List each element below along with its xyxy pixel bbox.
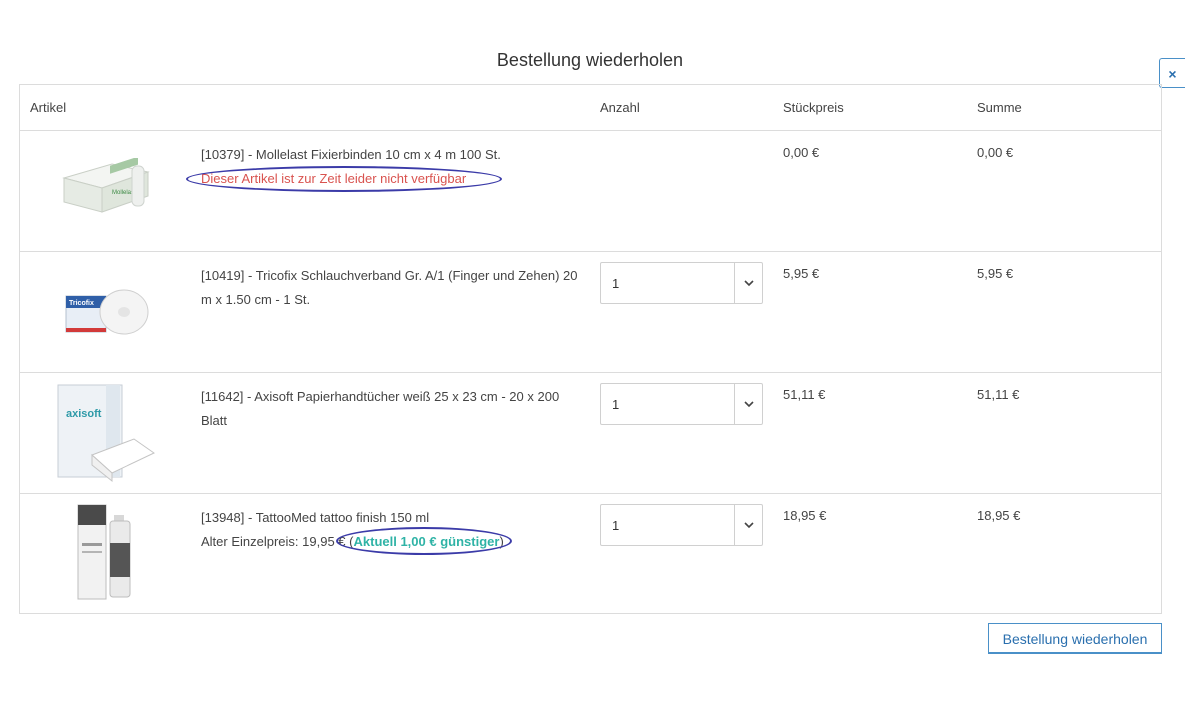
quantity-select[interactable]: 1 <box>600 383 763 425</box>
product-name: [10419] - Tricofix Schlauchverband Gr. A… <box>201 268 578 307</box>
axisoft-logo-text: axisoft <box>66 408 102 420</box>
quantity-value: 1 <box>612 397 620 412</box>
table-row: Mollelast [10379] - Mollelast Fixierbind… <box>20 130 1161 252</box>
chevron-down-icon <box>744 522 754 529</box>
chevron-down-icon <box>744 280 754 287</box>
quantity-value: 1 <box>612 518 620 533</box>
close-button[interactable]: × <box>1159 58 1185 88</box>
savings-text: Aktuell 1,00 € günstiger <box>353 534 500 549</box>
old-price-label: Alter Einzelpreis: 19,95 € <box>201 534 346 549</box>
column-header-total: Summe <box>977 100 1022 115</box>
quantity-select[interactable]: 1 <box>600 504 763 546</box>
quantity-select[interactable]: 1 <box>600 262 763 304</box>
row-total: 18,95 € <box>977 508 1021 523</box>
table-row: [13948] - TattooMed tattoo finish 150 ml… <box>20 493 1161 614</box>
table-row: Tricofix [10419] - Tricofix Schlauchverb… <box>20 251 1161 373</box>
column-header-article: Artikel <box>30 100 67 115</box>
product-image-mollelast: Mollelast <box>62 158 150 213</box>
chevron-down-icon <box>744 401 754 408</box>
repeat-order-button[interactable]: Bestellung wiederholen <box>988 623 1162 654</box>
table-header: Artikel Anzahl Stückpreis Summe <box>20 85 1161 131</box>
tricofix-logo-text: Tricofix <box>69 300 94 307</box>
table-row: axisoft [11642] - Axisoft Papierhandtüch… <box>20 372 1161 494</box>
row-total: 51,11 € <box>977 387 1020 402</box>
product-name: [13948] - TattooMed tattoo finish 150 ml <box>201 510 430 525</box>
product-image-axisoft: axisoft <box>57 384 155 483</box>
modal-title: Bestellung wiederholen <box>496 50 684 70</box>
unit-price: 51,11 € <box>783 387 826 402</box>
product-image-tricofix: Tricofix <box>65 289 149 335</box>
product-name: [11642] - Axisoft Papierhandtücher weiß … <box>201 389 560 428</box>
product-image-tattoomed <box>77 504 131 600</box>
unit-price: 5,95 € <box>783 266 820 281</box>
unavailable-notice: Dieser Artikel ist zur Zeit leider nicht… <box>201 171 467 186</box>
savings-paren-close: ) <box>499 534 504 549</box>
column-header-quantity: Anzahl <box>600 100 640 115</box>
unit-price: 0,00 € <box>783 145 820 160</box>
row-total: 0,00 € <box>977 145 1014 160</box>
product-name: [10379] - Mollelast Fixierbinden 10 cm x… <box>201 147 501 162</box>
column-header-unit-price: Stückpreis <box>783 100 844 115</box>
price-info: Alter Einzelpreis: 19,95 € (Aktuell 1,00… <box>201 530 586 554</box>
order-table: Artikel Anzahl Stückpreis Summe Mollelas… <box>19 84 1162 614</box>
unit-price: 18,95 € <box>783 508 827 523</box>
quantity-value: 1 <box>612 276 620 291</box>
row-total: 5,95 € <box>977 266 1014 281</box>
